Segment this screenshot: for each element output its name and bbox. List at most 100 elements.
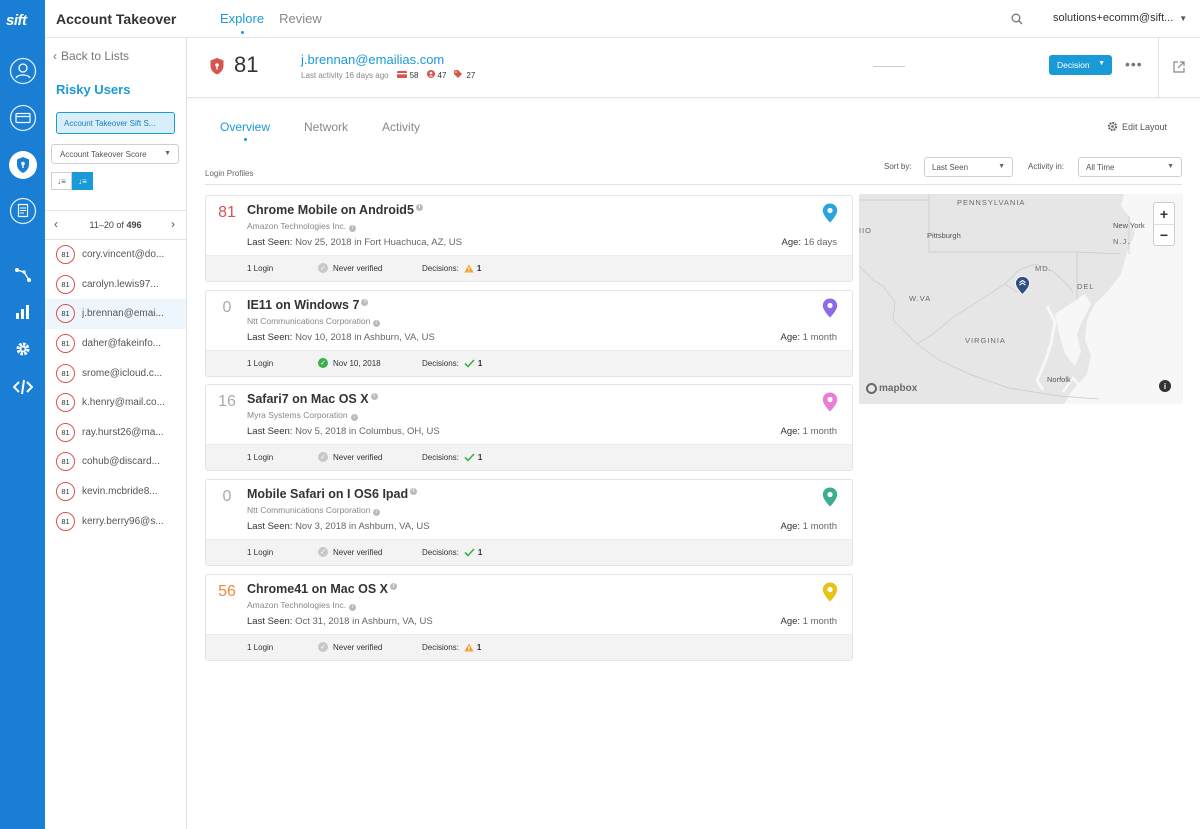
back-to-lists-link[interactable]: ‹ Back to Lists [53,49,133,63]
network-icon[interactable] [0,266,45,284]
decisions[interactable]: Decisions: 1 [422,264,481,273]
location-pin-icon[interactable] [822,582,838,607]
tab-overview[interactable]: Overview [220,120,270,141]
tab-explore[interactable]: Explore [220,11,264,34]
zoom-out-icon[interactable]: − [1154,224,1174,245]
decisions[interactable]: Decisions: 1 [422,359,482,368]
tag-icon [454,70,463,80]
login-profile-card[interactable]: 0 Mobile Safari on I OS6 Ipad i Ntt Communi… [205,479,853,566]
info-icon[interactable]: i [349,604,357,611]
profile-device[interactable]: Chrome Mobile on Android5 i [247,203,423,217]
map-location-pin-icon[interactable] [1015,276,1030,300]
user-list-item[interactable]: 81 carolyn.lewis97... [45,270,186,300]
login-profile-card[interactable]: 0 IE11 on Windows 7 i Ntt Communications Co… [205,290,853,377]
user-list-item[interactable]: 81 cohub@discard... [45,447,186,477]
code-icon[interactable] [0,378,45,396]
decision-button[interactable]: Decision ▼ [1049,55,1112,75]
user-list-item[interactable]: 81 k.henry@mail.co... [45,388,186,418]
tab-activity[interactable]: Activity [382,120,420,134]
info-icon[interactable]: i [349,225,357,232]
user-menu[interactable]: solutions+ecomm@sift... ▼ [1053,12,1187,24]
sort-asc-icon[interactable]: ↓≡ [51,172,72,190]
last-seen-value: Nov 10, 2018 in Ashburn, VA, US [295,332,435,343]
user-list-item[interactable]: 81 ray.hurst26@ma... [45,418,186,448]
verification-value: Nov 10, 2018 [333,358,381,368]
tab-review[interactable]: Review [279,11,322,26]
score-select-value: Account Takeover Score [60,150,147,159]
user-list-item[interactable]: 81 daher@fakeinfo... [45,329,186,359]
profile-device[interactable]: IE11 on Windows 7i [247,298,369,312]
gear-icon[interactable] [0,340,45,358]
map-info-icon[interactable]: i [1159,380,1171,392]
info-icon[interactable]: i [390,583,398,590]
info-icon[interactable]: i [415,204,423,211]
sift-logo[interactable]: sift [6,12,27,29]
chevron-down-icon: ▼ [998,163,1005,170]
info-icon[interactable]: i [370,393,378,400]
info-icon[interactable]: i [373,509,381,516]
activity-in-select[interactable]: All Time ▼ [1078,157,1182,177]
last-seen-value: Oct 31, 2018 in Ashburn, VA, US [295,616,433,627]
check-icon [464,359,475,368]
decisions[interactable]: Decisions: 1 [422,643,481,652]
profile-score: 0 [222,488,232,505]
warning-icon [464,643,474,652]
location-pin-icon[interactable] [822,203,838,228]
user-list-item[interactable]: 81 kerry.berry96@s... [45,506,186,536]
profile-device[interactable]: Mobile Safari on I OS6 Ipad i [247,487,418,501]
chevron-down-icon: ▼ [1098,60,1105,67]
user-email-link[interactable]: j.brennan@emailias.com [301,52,444,67]
more-options-icon[interactable]: ••• [1125,56,1143,72]
next-page-icon[interactable]: › [171,217,175,231]
score-badge: 81 [56,304,75,324]
external-link-icon[interactable] [1173,60,1185,78]
profile-org-name: Myra Systems Corporation [247,410,348,420]
card-icon[interactable] [0,104,45,132]
verification-status: ✓ Never verified [318,263,382,273]
info-icon[interactable]: i [410,488,418,495]
document-icon[interactable] [0,197,45,225]
person-count-value: 47 [437,70,447,80]
content-tabs: Overview Network Activity [220,120,454,141]
decisions[interactable]: Decisions: 1 [422,453,482,462]
zoom-in-icon[interactable]: + [1154,203,1174,224]
info-icon[interactable]: i [373,320,381,327]
profile-device[interactable]: Chrome41 on Mac OS Xi [247,582,398,596]
list-button[interactable]: Account Takeover Sift S... [56,112,175,134]
map-zoom-control: + − [1153,202,1175,246]
bar-chart-icon[interactable] [0,304,45,320]
score-badge: 81 [56,245,75,265]
chevron-down-icon: ▼ [164,150,171,157]
user-circle-icon[interactable] [0,57,45,85]
back-label: Back to Lists [61,49,130,63]
info-icon[interactable]: i [350,414,358,421]
user-meta: Last activity 16 days ago 58 47 27 [301,70,475,80]
score-select[interactable]: Account Takeover Score ▼ [51,144,179,164]
location-pin-icon[interactable] [822,487,838,512]
divider [205,184,1182,185]
left-rail: sift [0,0,45,829]
search-icon[interactable] [1011,12,1023,30]
tab-network[interactable]: Network [304,120,348,134]
profile-footer: 1 Login ✓ Never verified Decisions: 1 [206,634,852,660]
shield-lock-icon[interactable] [0,150,45,180]
location-pin-icon[interactable] [822,392,838,417]
login-profile-card[interactable]: 56 Chrome41 on Mac OS Xi Amazon Technologi… [205,574,853,661]
user-list-item[interactable]: 81 srome@icloud.c... [45,358,186,388]
user-list-item[interactable]: 81 kevin.mcbride8... [45,477,186,507]
sort-by-select[interactable]: Last Seen ▼ [924,157,1013,177]
edit-layout-button[interactable]: Edit Layout [1107,121,1167,132]
user-email: srome@icloud.c... [82,367,163,379]
decisions-label: Decisions: [422,359,459,368]
decisions[interactable]: Decisions: 1 [422,548,482,557]
user-list-item[interactable]: 81 cory.vincent@do... [45,240,186,270]
login-profile-card[interactable]: 81 Chrome Mobile on Android5 i Amazon Techn… [205,195,853,282]
info-icon[interactable]: i [361,299,369,306]
last-seen-value: Nov 3, 2018 in Ashburn, VA, US [295,521,430,532]
warning-icon [464,264,474,273]
user-list-item-selected[interactable]: 81 j.brennan@emai... [45,299,186,329]
profile-device[interactable]: Safari7 on Mac OS Xi [247,392,378,406]
sort-desc-icon[interactable]: ↓≡ [72,172,93,190]
login-profile-card[interactable]: 16 Safari7 on Mac OS Xi Myra Systems Corpo… [205,384,853,471]
location-pin-icon[interactable] [822,298,838,323]
